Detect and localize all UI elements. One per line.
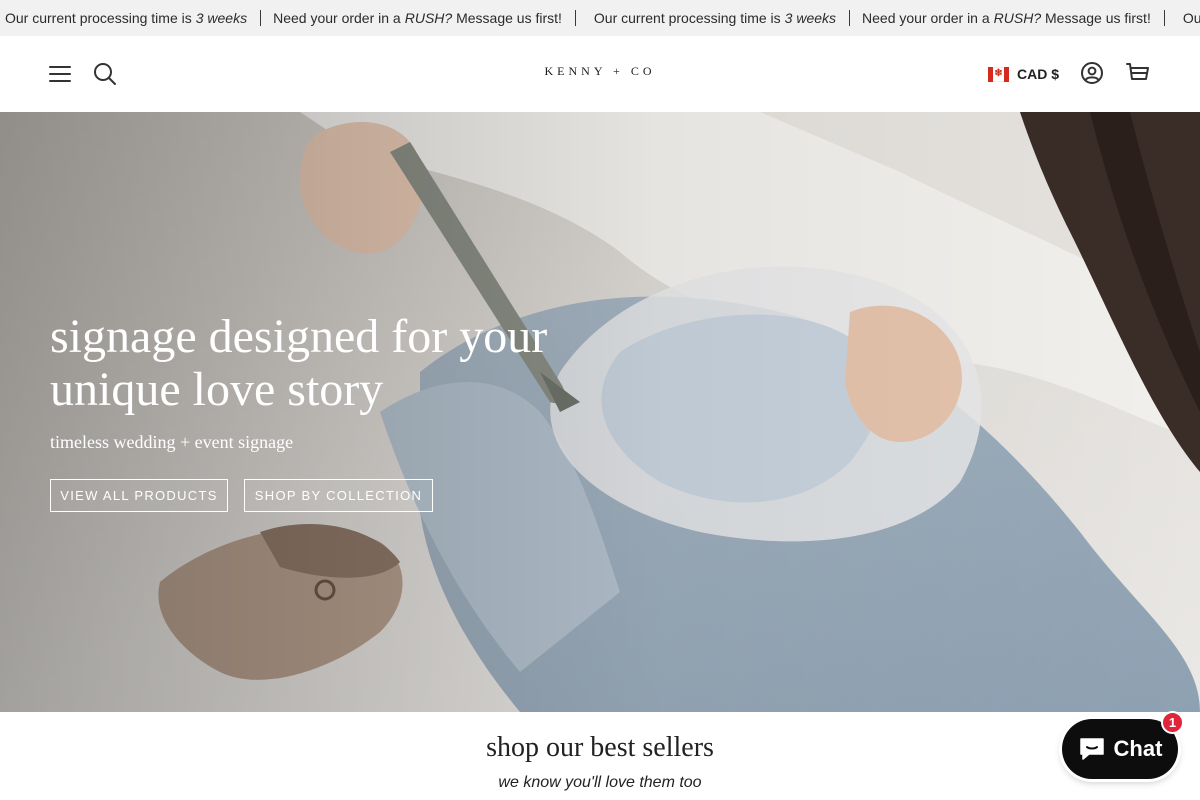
site-logo[interactable]: KENNY + CO <box>500 64 700 79</box>
announcement-bar: Our current processing time is 3 weeks Ne… <box>0 0 1200 36</box>
menu-icon[interactable] <box>44 58 76 90</box>
cart-icon[interactable] <box>1122 57 1154 89</box>
site-header: KENNY + CO ❄ CAD $ <box>0 36 1200 112</box>
announcement-item: Our current processing time is 3 weeks <box>5 10 248 26</box>
shop-by-collection-button[interactable]: SHOP BY COLLECTION <box>244 479 433 512</box>
hero-banner: signage designed for your unique love st… <box>0 112 1200 712</box>
best-sellers-subtitle: we know you'll love them too <box>498 774 702 791</box>
hero-title: signage designed for your unique love st… <box>50 310 548 416</box>
announcement-item: Need your order in a RUSH? Message us fir… <box>862 10 1151 26</box>
announcement-track: Our current processing time is 3 weeks Ne… <box>5 0 1200 36</box>
announcement-item: Our current processing time is 3 weeks <box>593 10 837 26</box>
announcement-item: Our <box>1182 10 1200 26</box>
announcement-divider <box>574 10 576 26</box>
chat-bubble-icon <box>1079 738 1104 760</box>
announcement-divider <box>260 10 262 26</box>
canada-flag-icon: ❄ <box>988 66 1009 82</box>
view-all-products-button[interactable]: VIEW ALL PRODUCTS <box>50 479 228 512</box>
chat-notification-badge: 1 <box>1161 711 1184 734</box>
currency-label: CAD $ <box>1017 66 1060 82</box>
search-icon[interactable] <box>89 58 121 90</box>
chat-button[interactable]: Chat <box>1062 719 1178 779</box>
best-sellers-title: shop our best sellers <box>486 732 714 763</box>
announcement-divider <box>1163 10 1165 26</box>
announcement-divider <box>849 10 851 26</box>
hero-subtitle: timeless wedding + event signage <box>50 432 294 452</box>
announcement-item: Need your order in a RUSH? Message us fir… <box>273 10 562 26</box>
currency-selector[interactable]: ❄ CAD $ <box>988 63 1059 85</box>
account-icon[interactable] <box>1076 57 1108 89</box>
chat-label: Chat <box>1113 736 1163 761</box>
